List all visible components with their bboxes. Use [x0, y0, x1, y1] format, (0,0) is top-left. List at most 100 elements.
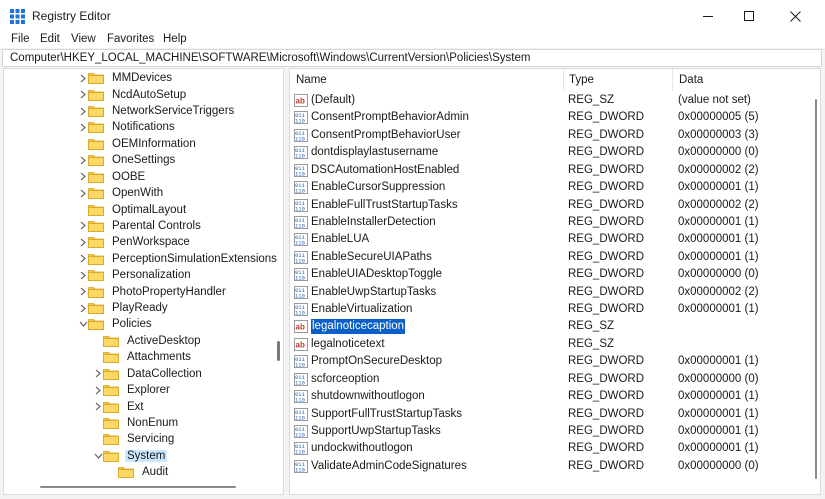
close-icon: [789, 10, 801, 22]
close-button[interactable]: [772, 0, 818, 32]
binary-value-icon: 011 110: [294, 303, 308, 317]
chevron-right-icon[interactable]: [78, 72, 88, 84]
value-row[interactable]: 011 110 ConsentPromptBehaviorUser REG_DWORD…: [290, 127, 810, 144]
chevron-right-icon[interactable]: [78, 121, 88, 133]
chevron-right-icon[interactable]: [78, 302, 88, 314]
tree-item[interactable]: OptimalLayout: [78, 201, 188, 217]
tree-item[interactable]: OEMInformation: [78, 136, 198, 152]
tree-horizontal-scrollbar[interactable]: [4, 477, 272, 494]
tree-item[interactable]: MMDevices: [78, 70, 174, 86]
value-row[interactable]: 011 110 EnableVirtualization REG_DWORD 0x000…: [290, 301, 810, 318]
values-list[interactable]: Name Type Data ab (Default) REG_SZ (value n…: [289, 68, 821, 495]
values-scroll-thumb[interactable]: [815, 99, 817, 479]
value-row[interactable]: 011 110 EnableFullTrustStartupTasks REG_DWO…: [290, 197, 810, 214]
tree-item[interactable]: NetworkServiceTriggers: [78, 103, 236, 119]
value-row[interactable]: ab (Default) REG_SZ (value not set): [290, 92, 810, 109]
value-row[interactable]: 011 110 EnableSecureUIAPaths REG_DWORD 0x000…: [290, 249, 810, 266]
value-row[interactable]: 011 110 scforceoption REG_DWORD 0x00000000 (…: [290, 371, 810, 388]
tree-item[interactable]: NcdAutoSetup: [78, 86, 188, 102]
tree-item-label: PhotoPropertyHandler: [112, 285, 226, 298]
chevron-right-icon[interactable]: [93, 401, 103, 413]
tree-item[interactable]: Notifications: [78, 119, 177, 135]
tree-item[interactable]: PerceptionSimulationExtensions: [78, 251, 279, 267]
column-divider[interactable]: [563, 69, 564, 91]
folder-icon: [103, 368, 119, 380]
chevron-right-icon[interactable]: [78, 236, 88, 248]
chevron-right-icon[interactable]: [78, 105, 88, 117]
folder-icon: [88, 269, 104, 282]
tree-item[interactable]: Attachments: [93, 349, 193, 365]
tree-item[interactable]: OOBE: [78, 169, 147, 185]
string-value-icon: ab: [294, 337, 308, 351]
folder-icon: [88, 220, 104, 232]
chevron-right-icon[interactable]: [93, 368, 103, 380]
value-row[interactable]: 011 110 EnableInstallerDetection REG_DWORD 0…: [290, 214, 810, 231]
menu-help[interactable]: Help: [163, 32, 187, 46]
value-row[interactable]: 011 110 DSCAutomationHostEnabled REG_DWORD 0…: [290, 162, 810, 179]
tree-item[interactable]: Explorer: [93, 382, 172, 398]
tree-item[interactable]: Personalization: [78, 267, 193, 283]
minimize-button[interactable]: [685, 0, 731, 32]
column-header-type[interactable]: Type: [569, 69, 594, 91]
tree-item[interactable]: System: [93, 448, 168, 464]
value-row[interactable]: 011 110 undockwithoutlogon REG_DWORD 0x00000…: [290, 440, 810, 457]
tree-item[interactable]: NonEnum: [93, 415, 180, 431]
chevron-right-icon[interactable]: [78, 269, 88, 281]
value-row[interactable]: 011 110 shutdownwithoutlogon REG_DWORD 0x000…: [290, 388, 810, 405]
tree-item[interactable]: PlayReady: [78, 300, 170, 316]
tree-hscroll-thumb[interactable]: [40, 486, 236, 488]
chevron-right-icon[interactable]: [78, 89, 88, 101]
tree-item[interactable]: ActiveDesktop: [93, 333, 203, 349]
binary-value-icon: 011 110: [294, 442, 308, 456]
value-name: scforceoption: [311, 372, 380, 385]
value-row[interactable]: 011 110 ValidateAdminCodeSignatures REG_DWO…: [290, 458, 810, 475]
value-row[interactable]: 011 110 PromptOnSecureDesktop REG_DWORD 0x00…: [290, 353, 810, 370]
binary-value-icon: 011 110: [294, 128, 308, 142]
tree-item[interactable]: OpenWith: [78, 185, 165, 201]
tree-scroll-thumb[interactable]: [277, 341, 280, 361]
tree-item[interactable]: PhotoPropertyHandler: [78, 283, 228, 299]
folder-open-icon: [88, 318, 104, 331]
value-row[interactable]: 011 110 EnableUIADesktopToggle REG_DWORD 0x0…: [290, 266, 810, 283]
chevron-right-icon[interactable]: [78, 220, 88, 232]
values-vertical-scrollbar[interactable]: [808, 91, 820, 494]
column-divider[interactable]: [672, 69, 673, 91]
value-row[interactable]: 011 110 SupportFullTrustStartupTasks REG_DW…: [290, 406, 810, 423]
chevron-right-icon[interactable]: [78, 187, 88, 199]
tree-item[interactable]: Ext: [93, 398, 146, 414]
value-row[interactable]: 011 110 EnableCursorSuppression REG_DWORD 0x…: [290, 179, 810, 196]
chevron-down-icon[interactable]: [93, 450, 103, 462]
value-row[interactable]: 011 110 dontdisplaylastusername REG_DWORD 0x…: [290, 144, 810, 161]
chevron-right-icon[interactable]: [93, 384, 103, 396]
column-header-name[interactable]: Name: [296, 69, 327, 91]
tree-item[interactable]: PenWorkspace: [78, 234, 192, 250]
key-tree[interactable]: MMDevices NcdAutoSetup NetworkServiceTrigg…: [3, 68, 284, 495]
value-row[interactable]: ab legalnoticecaption REG_SZ: [290, 318, 810, 336]
column-header-data[interactable]: Data: [679, 69, 703, 91]
chevron-right-icon[interactable]: [78, 286, 88, 298]
tree-item[interactable]: Parental Controls: [78, 218, 203, 234]
value-row[interactable]: 011 110 EnableLUA REG_DWORD 0x00000001 (1): [290, 231, 810, 248]
menu-file[interactable]: File: [11, 32, 30, 46]
chevron-right-icon[interactable]: [78, 154, 88, 166]
value-row[interactable]: 011 110 EnableUwpStartupTasks REG_DWORD 0x00…: [290, 284, 810, 301]
address-bar[interactable]: Computer\HKEY_LOCAL_MACHINE\SOFTWARE\Mic…: [2, 49, 822, 67]
chevron-right-icon[interactable]: [78, 171, 88, 183]
tree-item[interactable]: Policies: [78, 316, 154, 332]
chevron-down-icon[interactable]: [78, 318, 88, 330]
value-type: REG_SZ: [568, 337, 615, 350]
tree-item[interactable]: Servicing: [93, 431, 176, 447]
value-name: DSCAutomationHostEnabled: [311, 163, 460, 176]
tree-item[interactable]: OneSettings: [78, 152, 177, 168]
menu-favorites[interactable]: Favorites: [107, 32, 154, 46]
menu-view[interactable]: View: [71, 32, 96, 46]
tree-item[interactable]: DataCollection: [93, 366, 204, 382]
value-name: SupportUwpStartupTasks: [311, 424, 441, 437]
menu-edit[interactable]: Edit: [40, 32, 60, 46]
value-row[interactable]: 011 110 SupportUwpStartupTasks REG_DWORD 0x0…: [290, 423, 810, 440]
maximize-button[interactable]: [726, 0, 772, 32]
tree-vertical-scrollbar[interactable]: [272, 69, 283, 477]
chevron-right-icon[interactable]: [78, 253, 88, 265]
value-row[interactable]: 011 110 ConsentPromptBehaviorAdmin REG_DWOR…: [290, 109, 810, 126]
value-row[interactable]: ab legalnoticetext REG_SZ: [290, 336, 810, 353]
